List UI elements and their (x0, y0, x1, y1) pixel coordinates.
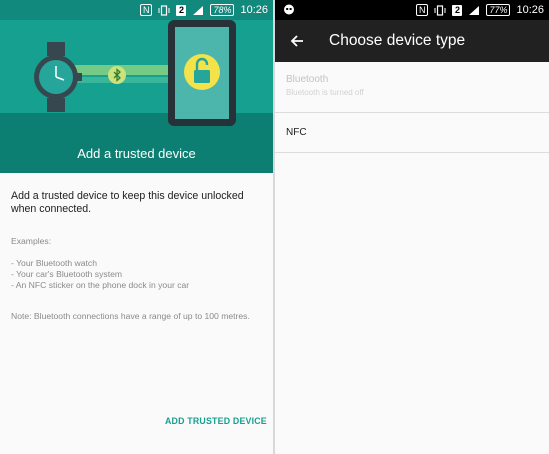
clock: 10:26 (516, 4, 544, 16)
add-trusted-device-button[interactable]: ADD TRUSTED DEVICE (165, 416, 267, 426)
examples-heading: Examples: (11, 236, 52, 246)
nfc-icon: N (139, 4, 153, 16)
signal-icon (193, 5, 204, 15)
example-item: - An NFC sticker on the phone dock in yo… (11, 280, 190, 290)
description-text: Add a trusted device to keep this device… (11, 190, 244, 215)
option-title: Bluetooth (286, 74, 329, 85)
signal-icon (469, 5, 480, 15)
watch-icon (34, 42, 82, 112)
sim-badge: 2 (176, 4, 187, 16)
hangouts-icon (284, 4, 294, 15)
back-arrow-icon (290, 35, 303, 47)
status-bar: N 2 78% 10:26 (0, 0, 273, 20)
hero-illustration: Add a trusted device (0, 20, 273, 173)
hero-title: Add a trusted device (77, 146, 196, 161)
battery-indicator: 78% (210, 4, 235, 16)
trusted-device-screen: N 2 78% 10:26 Add a trusted device Add a… (0, 0, 273, 454)
option-title: NFC (286, 127, 307, 138)
bluetooth-icon (108, 66, 126, 84)
status-bar: N 2 77% 10:26 (275, 0, 549, 20)
example-item: - Your car's Bluetooth system (11, 269, 123, 279)
phone-icon (168, 20, 236, 126)
option-nfc[interactable]: NFC (275, 113, 549, 152)
option-bluetooth: Bluetooth Bluetooth is turned off (275, 74, 549, 97)
back-button[interactable] (279, 20, 315, 62)
choose-device-type-screen: N 2 77% 10:26 Choose device type Bluetoo… (275, 0, 549, 454)
option-subtitle: Bluetooth is turned off (286, 88, 364, 97)
range-note: Note: Bluetooth connections have a range… (11, 311, 250, 321)
sim-badge: 2 (452, 4, 463, 16)
divider (275, 152, 549, 153)
nfc-icon: N (415, 4, 429, 16)
vibrate-icon (434, 4, 446, 16)
toolbar: Choose device type (275, 20, 549, 62)
clock: 10:26 (240, 4, 268, 16)
battery-indicator: 77% (486, 4, 511, 16)
example-item: - Your Bluetooth watch (11, 258, 97, 268)
toolbar-title: Choose device type (329, 32, 466, 49)
vibrate-icon (158, 4, 170, 16)
